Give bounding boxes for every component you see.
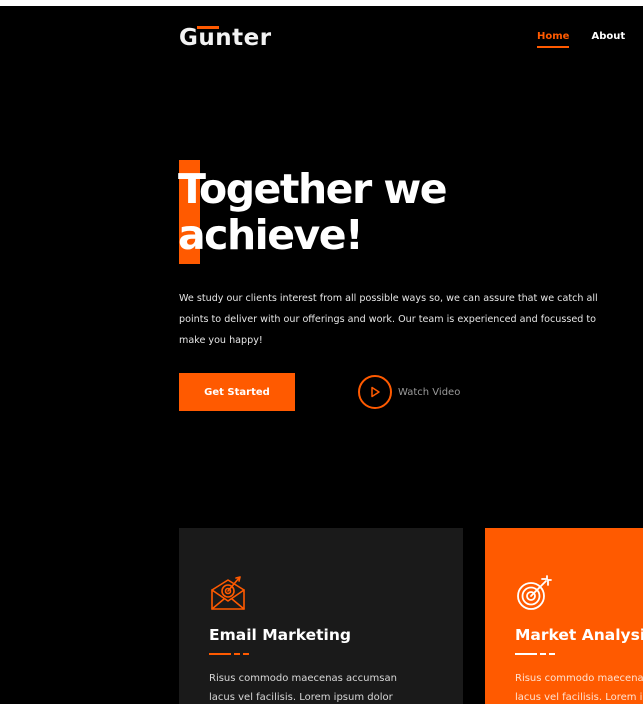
service-description: Risus commodo maecenas accumsan lacus ve…: [515, 669, 643, 704]
service-description-line-1: Risus commodo maecenas accumsan: [209, 673, 397, 684]
hero-title-line-2: achieve!: [178, 211, 364, 259]
service-description-line-2: lacus vel facilisis. Lorem ipsum dolor: [515, 692, 643, 703]
email-target-icon: [209, 574, 247, 612]
watch-video-button[interactable]: Watch Video: [358, 373, 460, 411]
service-description: Risus commodo maecenas accumsan lacus ve…: [209, 669, 463, 704]
service-description-line-2: lacus vel facilisis. Lorem ipsum dolor: [209, 692, 393, 703]
service-title: Email Marketing: [209, 626, 352, 644]
service-card-market-analysis[interactable]: Market Analysis Risus commodo maecenas a…: [485, 528, 643, 704]
service-title: Market Analysis: [515, 626, 643, 644]
brand-logo[interactable]: Gunter: [179, 25, 272, 55]
nav-item-home[interactable]: Home: [537, 31, 570, 48]
title-underline: [515, 653, 643, 655]
main-nav: Home About: [537, 31, 625, 48]
nav-item-about[interactable]: About: [591, 31, 625, 48]
hero-title-line-1: Together we: [178, 165, 448, 213]
watch-video-label: Watch Video: [398, 386, 461, 398]
play-icon[interactable]: [358, 375, 392, 409]
target-icon: [515, 574, 553, 612]
hero-description: We study our clients interest from all p…: [179, 293, 598, 346]
service-card-email-marketing[interactable]: Email Marketing Risus commodo maecenas a…: [179, 528, 463, 704]
get-started-label: Get Started: [204, 386, 270, 398]
landing-page: Gunter Home About Together we achieve! W…: [0, 6, 643, 704]
hero-title: Together we achieve!: [178, 166, 618, 258]
service-description-line-1: Risus commodo maecenas accumsan: [515, 673, 643, 684]
get-started-button[interactable]: Get Started: [179, 373, 295, 411]
title-underline: [209, 653, 463, 655]
